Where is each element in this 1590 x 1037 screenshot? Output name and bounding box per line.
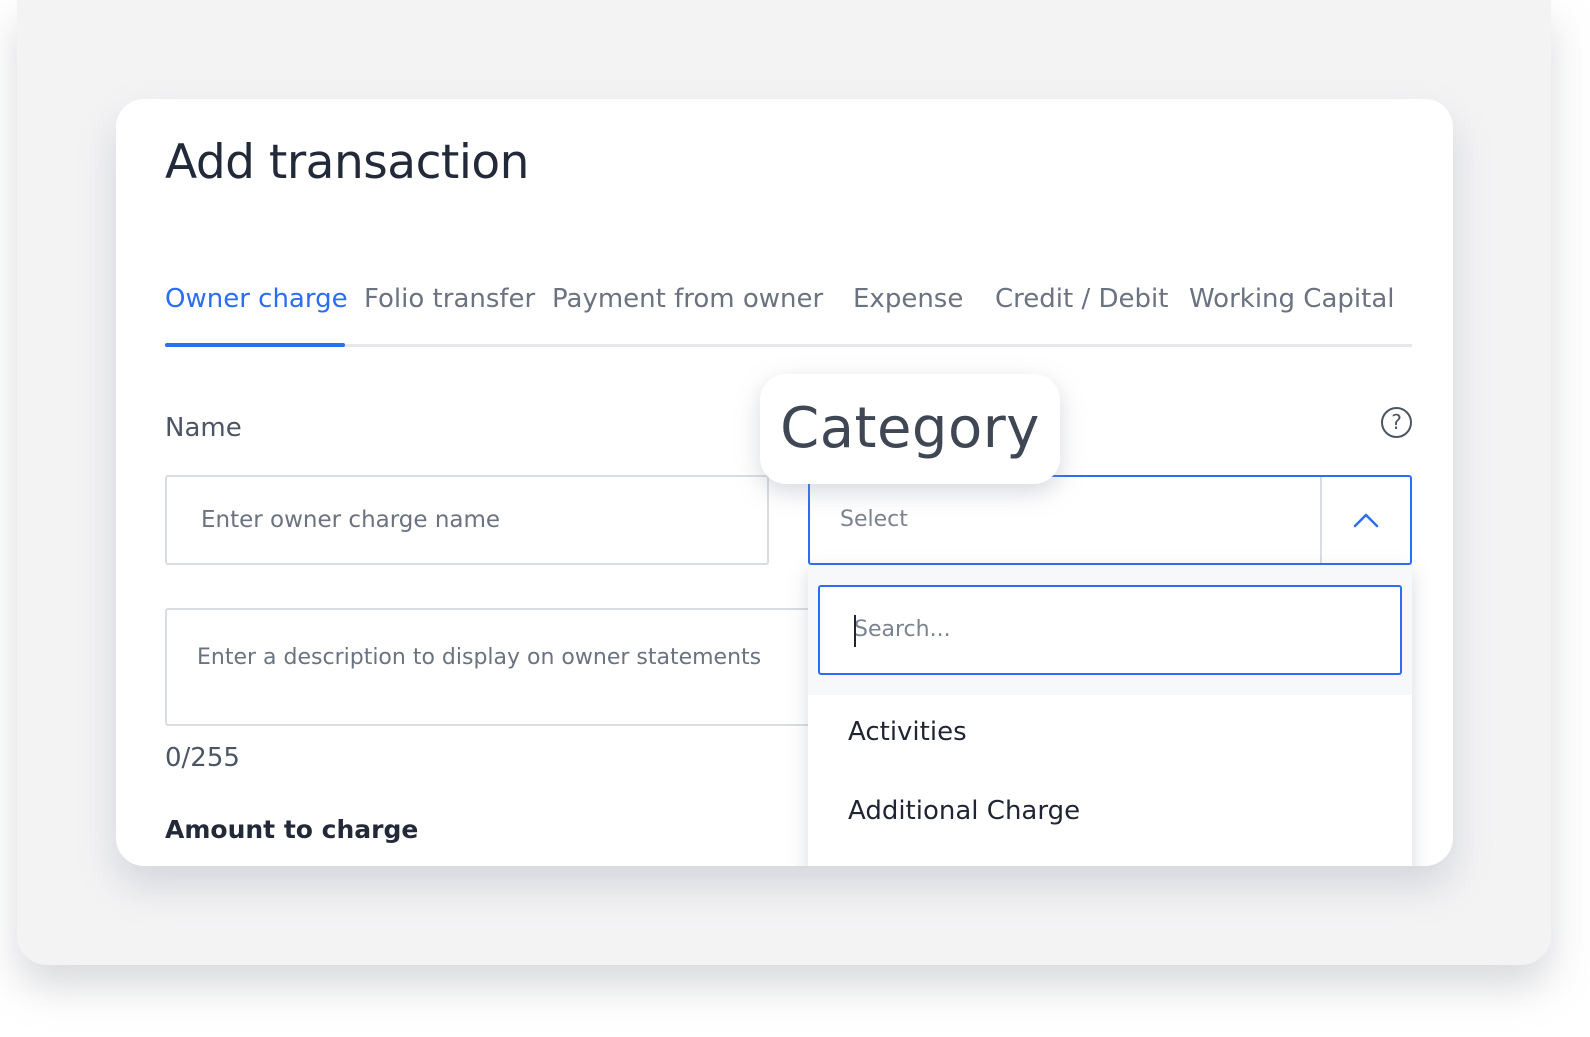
category-select-value: Select (840, 507, 908, 532)
category-select[interactable]: Select (808, 475, 1412, 565)
tab-folio-transfer[interactable]: Folio transfer (364, 277, 535, 321)
category-option-activities[interactable]: Activities (848, 717, 967, 747)
amount-to-charge-label: Amount to charge (165, 815, 419, 844)
transaction-type-tabs: Owner charge Folio transfer Payment from… (165, 277, 1412, 349)
text-cursor (854, 615, 856, 647)
name-label: Name (165, 413, 242, 443)
description-char-counter: 0/255 (165, 743, 240, 773)
category-search-input[interactable]: Search... (818, 585, 1402, 675)
tabs-divider (165, 344, 1412, 347)
tab-payment-from-owner[interactable]: Payment from owner (552, 277, 823, 321)
description-textarea[interactable]: Enter a description to display on owner … (165, 608, 865, 726)
active-tab-indicator (165, 343, 345, 347)
help-circle-icon[interactable]: ? (1381, 407, 1412, 438)
category-select-toggle[interactable] (1322, 477, 1410, 563)
tab-credit-debit[interactable]: Credit / Debit (995, 277, 1168, 321)
category-label-callout: Category (760, 374, 1060, 484)
category-option-additional-charge[interactable]: Additional Charge (848, 796, 1080, 826)
search-placeholder: Search... (854, 617, 951, 642)
category-dropdown: Search... Activities Additional Charge (808, 565, 1412, 866)
chevron-up-icon (1353, 513, 1379, 528)
tab-working-capital[interactable]: Working Capital (1189, 277, 1394, 321)
add-transaction-dialog: Add transaction Owner charge Folio trans… (116, 99, 1453, 866)
tab-expense[interactable]: Expense (853, 277, 963, 321)
tab-owner-charge[interactable]: Owner charge (165, 277, 348, 321)
dialog-title: Add transaction (165, 135, 529, 190)
name-input[interactable]: Enter owner charge name (165, 475, 769, 565)
